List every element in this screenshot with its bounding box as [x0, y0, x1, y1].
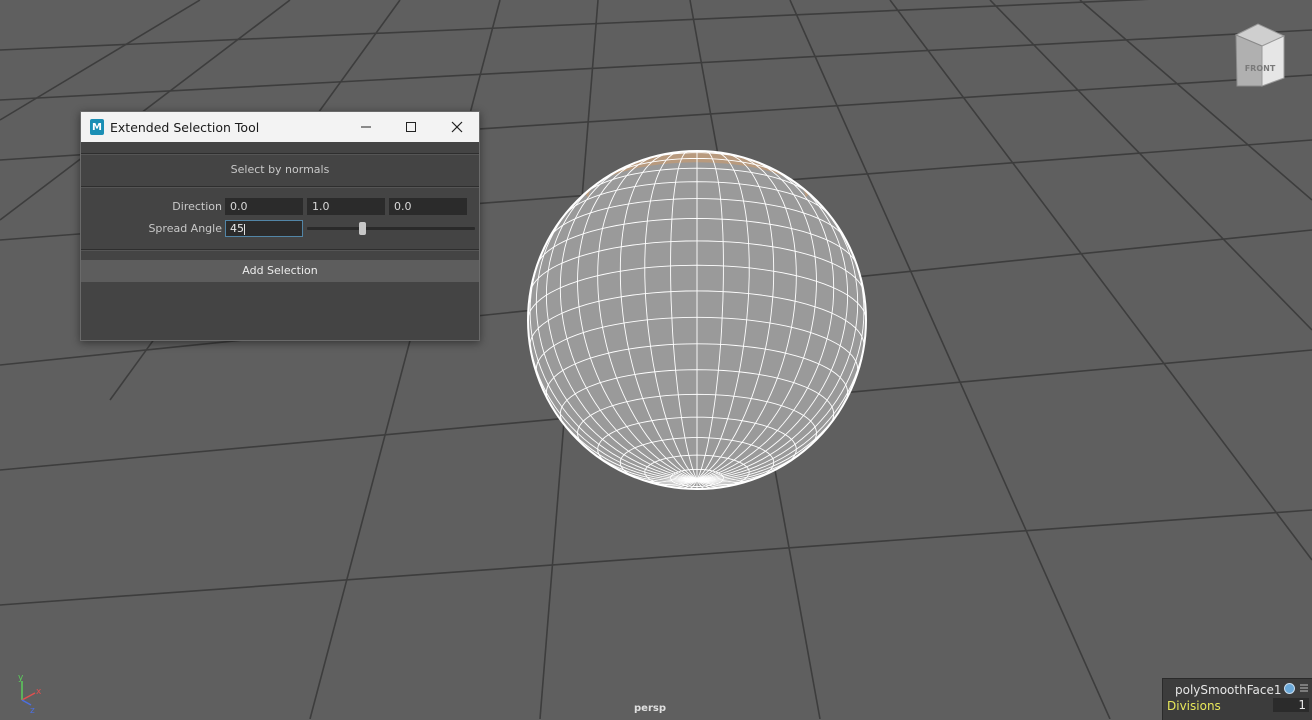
close-icon: [451, 121, 463, 133]
direction-y-field[interactable]: 1.0: [307, 198, 385, 215]
dialog-titlebar[interactable]: M Extended Selection Tool: [81, 112, 479, 142]
minimize-icon: [361, 126, 371, 128]
spread-angle-value: 45: [230, 222, 244, 235]
attr-value[interactable]: 1: [1273, 698, 1309, 712]
spread-angle-label: Spread Angle: [148, 222, 222, 235]
slider-handle[interactable]: [359, 222, 367, 235]
axis-z-label: z: [30, 706, 35, 716]
spread-angle-field[interactable]: 45: [225, 220, 303, 237]
axis-gizmo: y x z: [18, 673, 42, 716]
close-button[interactable]: [434, 112, 480, 142]
viewcube-label: FRONT: [1245, 64, 1276, 73]
section-divider: [81, 153, 479, 155]
node-name[interactable]: polySmoothFace1: [1175, 683, 1281, 697]
maya-icon: M: [90, 119, 104, 135]
axis-y-label: y: [18, 673, 24, 683]
node-globe-icon[interactable]: [1283, 682, 1296, 695]
camera-label: persp: [634, 703, 666, 714]
viewcube[interactable]: FRONT: [1234, 23, 1286, 87]
spread-angle-slider[interactable]: [307, 227, 475, 230]
maximize-icon: [406, 122, 416, 132]
extended-selection-dialog[interactable]: M Extended Selection Tool Select by norm…: [80, 111, 480, 341]
maximize-button[interactable]: [388, 112, 434, 142]
add-selection-button[interactable]: Add Selection: [81, 260, 479, 282]
text-caret: [244, 223, 245, 235]
attr-name[interactable]: Divisions: [1167, 699, 1221, 713]
direction-x-field[interactable]: 0.0: [225, 198, 303, 215]
axis-x-label: x: [36, 687, 42, 697]
wireframe-sphere[interactable]: [527, 150, 867, 490]
dialog-title: Extended Selection Tool: [110, 119, 260, 135]
channel-box[interactable]: polySmoothFace1 Divisions 1: [1162, 678, 1312, 720]
minimize-button[interactable]: [343, 112, 389, 142]
direction-z-field[interactable]: 0.0: [389, 198, 467, 215]
section-divider: [81, 249, 479, 251]
perspective-viewport[interactable]: FRONT y x z: [0, 0, 1312, 719]
section-title: Select by normals: [230, 163, 330, 176]
menu-icon[interactable]: [1300, 684, 1308, 692]
section-divider: [81, 186, 479, 188]
direction-label: Direction: [172, 200, 222, 213]
